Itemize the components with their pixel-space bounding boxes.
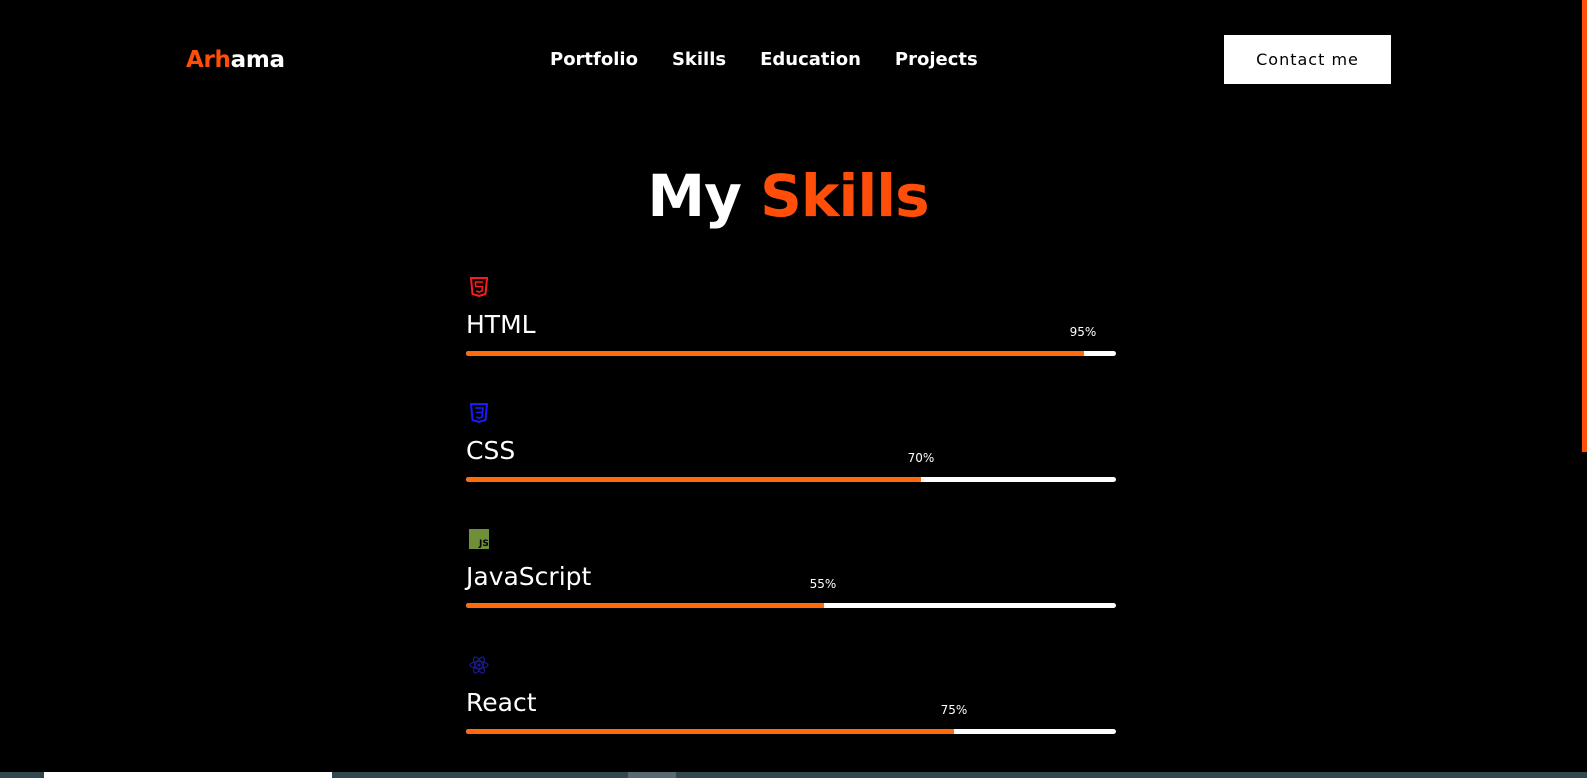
bottom-strip-item[interactable] xyxy=(628,772,676,778)
skill-javascript: JS JavaScript 55% xyxy=(466,528,1116,618)
skill-percent-label: 75% xyxy=(940,703,968,717)
nav-link-skills[interactable]: Skills xyxy=(672,46,726,74)
skill-name: React xyxy=(466,688,537,717)
skill-progress-bar xyxy=(466,729,1116,734)
css3-icon xyxy=(468,402,490,424)
skill-progress-fill xyxy=(466,729,954,734)
section-title: My Skills xyxy=(0,158,1576,234)
nav-link-portfolio[interactable]: Portfolio xyxy=(550,46,638,74)
logo-accent-text: Arh xyxy=(186,47,231,73)
scroll-indicator[interactable] xyxy=(1582,0,1587,452)
skill-progress-bar xyxy=(466,351,1116,356)
bottom-strip-item[interactable] xyxy=(44,772,332,778)
nav-link-projects[interactable]: Projects xyxy=(895,46,978,74)
skill-html: HTML 95% xyxy=(466,276,1116,366)
contact-me-button[interactable]: Contact me xyxy=(1224,35,1391,84)
html5-icon xyxy=(468,276,490,298)
section-title-part1: My xyxy=(647,162,742,230)
javascript-icon: JS xyxy=(468,528,490,550)
nav-link-education[interactable]: Education xyxy=(760,46,861,74)
main-nav: Portfolio Skills Education Projects xyxy=(550,46,978,74)
skill-progress-fill xyxy=(466,603,824,608)
skill-name: HTML xyxy=(466,310,536,339)
react-icon xyxy=(468,654,490,676)
skill-progress-bar xyxy=(466,477,1116,482)
skill-progress-fill xyxy=(466,477,921,482)
skill-name: JavaScript xyxy=(466,562,592,591)
logo-rest-text: ama xyxy=(230,47,285,73)
skill-percent-label: 70% xyxy=(907,451,935,465)
skill-percent-label: 55% xyxy=(809,577,837,591)
skill-css: CSS 70% xyxy=(466,402,1116,492)
svg-text:JS: JS xyxy=(478,539,489,549)
skill-percent-label: 95% xyxy=(1069,325,1097,339)
skill-react: React 75% xyxy=(466,654,1116,744)
skill-progress-fill xyxy=(466,351,1084,356)
logo[interactable]: Arhama xyxy=(186,44,285,76)
section-title-part2: Skills xyxy=(760,162,930,230)
skill-progress-bar xyxy=(466,603,1116,608)
skill-name: CSS xyxy=(466,436,516,465)
